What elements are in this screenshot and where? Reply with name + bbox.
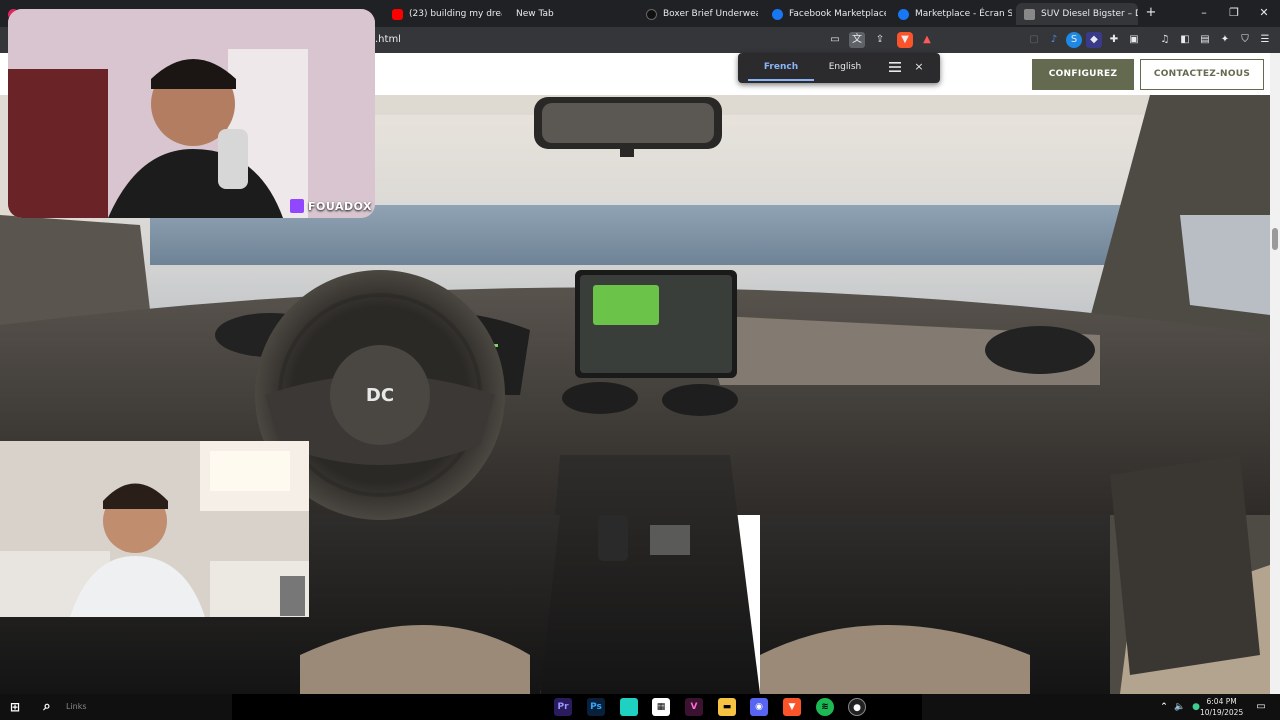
discord-icon[interactable]: ◉	[750, 698, 768, 716]
channel-label: FOUADOX	[290, 199, 372, 213]
screenshot-icon[interactable]: ▣	[1126, 32, 1142, 48]
translate-options-icon[interactable]	[888, 60, 902, 74]
puzzle-icon[interactable]: ✚	[1106, 32, 1122, 48]
vegas-icon[interactable]: V	[685, 698, 703, 716]
facebook-icon	[772, 8, 783, 20]
system-clock[interactable]: 6:04 PM 10/19/2025	[1200, 696, 1243, 718]
tab-new-tab[interactable]: New Tab	[508, 3, 628, 25]
restore-icon[interactable]: ❐	[1224, 4, 1244, 22]
url-text[interactable]: .html	[375, 34, 401, 45]
vpn-extension-icon[interactable]: S	[1066, 32, 1082, 48]
tab-bigster[interactable]: SUV Diesel Bigster – D ×	[1016, 3, 1138, 25]
close-window-icon[interactable]: ✕	[1254, 4, 1274, 22]
channel-name: FOUADOX	[308, 199, 373, 213]
obs-icon[interactable]: ●	[848, 698, 866, 716]
windows-start-icon[interactable]: ⊞	[6, 698, 24, 716]
menu-icon[interactable]: ☰	[1257, 32, 1273, 48]
premiere-icon[interactable]: Pr	[554, 698, 572, 716]
brand-icon	[646, 8, 657, 20]
facebook-icon	[898, 8, 909, 20]
page-icon	[1024, 8, 1035, 20]
tab-title: New Tab	[516, 9, 554, 19]
translate-close-icon[interactable]: ×	[912, 59, 926, 75]
translate-source-language[interactable]: French	[748, 53, 814, 81]
tab-marketplace-ecran[interactable]: Marketplace - Écran Sams	[890, 3, 1012, 25]
clock-date: 10/19/2025	[1200, 708, 1244, 717]
share-icon[interactable]: ⇪	[872, 32, 888, 48]
cast-icon[interactable]: ▭	[827, 32, 843, 48]
brave-icon[interactable]: ▼	[783, 698, 801, 716]
webcam-guest-image	[0, 441, 309, 617]
shield-icon[interactable]: ⛉	[1237, 32, 1253, 48]
spotify-icon[interactable]: ≋	[816, 698, 834, 716]
extension-icon[interactable]: ◆	[1086, 32, 1102, 48]
tab-title: SUV Diesel Bigster – D	[1041, 9, 1138, 19]
page-scrollbar[interactable]	[1270, 53, 1280, 694]
extension-icon[interactable]: ▢	[1026, 32, 1042, 48]
tab-youtube[interactable]: (23) building my dream wi	[384, 3, 502, 25]
os-taskbar: ⊞ ⌕ Links Pr Ps | ▦ V ▬ ◉ ▼ ≋ ● ⌃ 🔈 ● 6:…	[0, 694, 1280, 720]
search-icon[interactable]: ⌕	[38, 698, 56, 716]
leo-icon[interactable]: ✦	[1217, 32, 1233, 48]
brave-rewards-icon[interactable]: ▲	[919, 32, 935, 48]
tab-boxer[interactable]: Boxer Brief Underwear for	[638, 3, 758, 25]
taskbar-search-text[interactable]: Links	[66, 702, 87, 711]
translate-icon[interactable]: 文	[849, 32, 865, 48]
capcut-icon[interactable]: |	[620, 698, 638, 716]
file-explorer-icon[interactable]: ▬	[718, 698, 736, 716]
scrivener-icon[interactable]: ▦	[652, 698, 670, 716]
music-icon[interactable]: ♫	[1157, 32, 1173, 48]
streamer-webcam: FOUADOX	[8, 9, 375, 218]
tab-facebook-marketplace[interactable]: Facebook Marketplace | Fa	[764, 3, 886, 25]
contact-button[interactable]: CONTACTEZ-NOUS	[1140, 59, 1264, 90]
twitch-icon	[290, 199, 304, 213]
scrollbar-thumb[interactable]	[1272, 228, 1278, 250]
photoshop-icon[interactable]: Ps	[587, 698, 605, 716]
wallet-icon[interactable]: ▤	[1197, 32, 1213, 48]
tab-title: Facebook Marketplace | Fa	[789, 9, 886, 19]
tab-title: (23) building my dream wi	[409, 9, 502, 19]
youtube-icon	[392, 8, 403, 20]
audio-extension-icon[interactable]: ♪	[1046, 32, 1062, 48]
clock-time: 6:04 PM	[1206, 697, 1237, 706]
sidebar-icon[interactable]: ◧	[1177, 32, 1193, 48]
translate-target-language[interactable]: English	[823, 53, 867, 81]
tab-title: Marketplace - Écran Sams	[915, 9, 1012, 19]
brave-shields-icon[interactable]: ▼	[897, 32, 913, 48]
minimize-icon[interactable]: –	[1194, 4, 1214, 22]
guest-webcam	[0, 441, 309, 617]
new-tab-button[interactable]: +	[1141, 4, 1161, 22]
tab-title: Boxer Brief Underwear for	[663, 9, 758, 19]
configure-button[interactable]: CONFIGUREZ	[1032, 59, 1134, 90]
notification-icon[interactable]: ▭	[1252, 698, 1270, 716]
translate-popup: French English ×	[738, 53, 940, 83]
webcam-person-image	[8, 9, 375, 218]
car-brand-logo: DC	[366, 385, 394, 406]
